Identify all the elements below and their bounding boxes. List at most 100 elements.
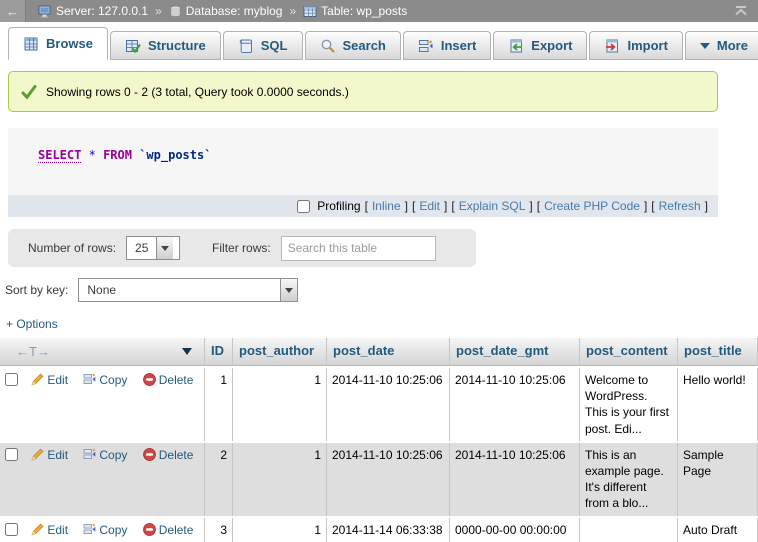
pencil-icon — [31, 448, 44, 461]
column-header-post-author[interactable]: post_author — [233, 338, 327, 366]
bracket: ] — [644, 199, 647, 213]
row-checkbox[interactable] — [5, 523, 18, 536]
cell-post-author: 1 — [233, 518, 327, 542]
row-actions-cell: Edit Copy Delete — [0, 518, 205, 542]
row-checkbox[interactable] — [5, 448, 18, 461]
profiling-checkbox[interactable] — [297, 200, 310, 213]
edit-row-link[interactable]: Edit — [31, 373, 68, 387]
tab-search[interactable]: Search — [305, 31, 401, 60]
copy-row-link[interactable]: Copy — [83, 373, 127, 387]
back-button[interactable]: ← — [0, 0, 26, 22]
cell-post-content — [580, 518, 678, 542]
table-row: Edit Copy Delete 1 1 2014-11-10 10:25:06… — [0, 368, 758, 441]
cell-post-title: Auto Draft — [678, 518, 758, 542]
sort-desc-icon[interactable] — [182, 348, 192, 360]
copy-icon — [83, 523, 96, 536]
tab-import[interactable]: Import — [589, 31, 682, 60]
bracket: [ — [451, 199, 454, 213]
refresh-link[interactable]: Refresh — [659, 199, 701, 213]
tab-export[interactable]: Export — [493, 31, 587, 60]
sql-keyword-select[interactable]: SELECT — [38, 148, 81, 163]
tab-insert-label: Insert — [441, 38, 476, 53]
cell-id: 2 — [205, 443, 233, 516]
create-php-code-link[interactable]: Create PHP Code — [544, 199, 640, 213]
query-toolbar: Profiling [ Inline ] [ Edit ] [ Explain … — [8, 195, 718, 217]
column-header-id[interactable]: ID — [205, 338, 233, 366]
bracket: ] — [705, 199, 708, 213]
breadcrumb: Server: 127.0.0.1 » Database: myblog » T… — [38, 4, 734, 18]
edit-row-link[interactable]: Edit — [31, 448, 68, 462]
tab-bar: Browse Structure SQL Search Insert Expor… — [0, 22, 758, 60]
filter-rows-input[interactable] — [281, 236, 436, 261]
copy-icon — [83, 373, 96, 386]
tab-import-label: Import — [627, 38, 667, 53]
number-of-rows-label: Number of rows: — [28, 241, 116, 255]
sql-table-name: `wp_posts` — [139, 148, 211, 162]
copy-label: Copy — [99, 373, 127, 387]
sort-by-key-value: None — [79, 279, 280, 301]
bracket: ] — [405, 199, 408, 213]
delete-row-link[interactable]: Delete — [143, 448, 194, 462]
collapse-topbar-button[interactable] — [734, 5, 748, 17]
breadcrumb-separator: » — [155, 4, 162, 18]
number-of-rows-value: 25 — [127, 237, 156, 259]
breadcrumb-table[interactable]: Table: wp_posts — [303, 4, 407, 18]
structure-icon — [125, 38, 141, 54]
bracket: [ — [537, 199, 540, 213]
tab-structure[interactable]: Structure — [110, 31, 221, 60]
bracket: ] — [529, 199, 532, 213]
column-header-post-date[interactable]: post_date — [327, 338, 450, 366]
copy-label: Copy — [99, 523, 127, 537]
breadcrumb-separator: » — [289, 4, 296, 18]
back-arrow-icon: ← — [6, 4, 19, 19]
row-actions-cell: Edit Copy Delete — [0, 368, 205, 441]
export-icon — [508, 38, 524, 54]
tab-more-label: More — [717, 38, 748, 53]
column-header-post-date-gmt[interactable]: post_date_gmt — [450, 338, 580, 366]
table-header-row: ←T→ ID post_author post_date post_date_g… — [0, 338, 758, 366]
cell-post-author: 1 — [233, 368, 327, 441]
number-of-rows-select[interactable]: 25 — [126, 236, 180, 260]
column-header-post-title[interactable]: post_title — [678, 338, 758, 366]
column-header-post-content[interactable]: post_content — [580, 338, 678, 366]
cell-post-content: Welcome to WordPress. This is your first… — [580, 368, 678, 441]
inline-link[interactable]: Inline — [372, 199, 401, 213]
collapse-icon — [734, 5, 748, 17]
breadcrumb-database-label: Database: myblog — [186, 4, 283, 18]
edit-row-link[interactable]: Edit — [31, 523, 68, 537]
tab-sql[interactable]: SQL — [223, 31, 303, 60]
tab-structure-label: Structure — [148, 38, 206, 53]
dropdown-arrow-icon — [156, 237, 173, 259]
status-message: Showing rows 0 - 2 (3 total, Query took … — [8, 71, 718, 112]
tab-more[interactable]: More — [685, 31, 758, 60]
cell-post-date: 2014-11-14 06:33:38 — [327, 518, 450, 542]
tab-insert[interactable]: Insert — [403, 31, 491, 60]
tab-export-label: Export — [531, 38, 572, 53]
breadcrumb-database[interactable]: Database: myblog — [169, 4, 283, 18]
delete-row-link[interactable]: Delete — [143, 373, 194, 387]
success-check-icon — [21, 84, 37, 100]
explain-sql-link[interactable]: Explain SQL — [459, 199, 526, 213]
breadcrumb-server-label: Server: 127.0.0.1 — [56, 4, 148, 18]
sort-by-key-label: Sort by key: — [5, 283, 68, 297]
delete-label: Delete — [159, 448, 194, 462]
filter-rows-label: Filter rows: — [212, 241, 271, 255]
delete-row-link[interactable]: Delete — [143, 523, 194, 537]
delete-label: Delete — [159, 373, 194, 387]
options-toggle-link[interactable]: + Options — [6, 317, 58, 331]
query-section: SELECT * FROM `wp_posts` Profiling [ Inl… — [8, 128, 718, 217]
cell-post-author: 1 — [233, 443, 327, 516]
column-nav-icon[interactable]: ←T→ — [16, 344, 50, 359]
tab-browse[interactable]: Browse — [8, 27, 108, 60]
copy-row-link[interactable]: Copy — [83, 523, 127, 537]
cell-post-title: Sample Page — [678, 443, 758, 516]
copy-row-link[interactable]: Copy — [83, 448, 127, 462]
breadcrumb-server[interactable]: Server: 127.0.0.1 — [38, 4, 148, 18]
edit-query-link[interactable]: Edit — [419, 199, 440, 213]
row-actions-cell: Edit Copy Delete — [0, 443, 205, 516]
bracket: [ — [412, 199, 415, 213]
sort-by-key-row: Sort by key: None — [5, 278, 758, 302]
row-checkbox[interactable] — [5, 373, 18, 386]
sort-by-key-select[interactable]: None — [78, 278, 298, 302]
sql-keyword-from: FROM — [103, 148, 132, 162]
